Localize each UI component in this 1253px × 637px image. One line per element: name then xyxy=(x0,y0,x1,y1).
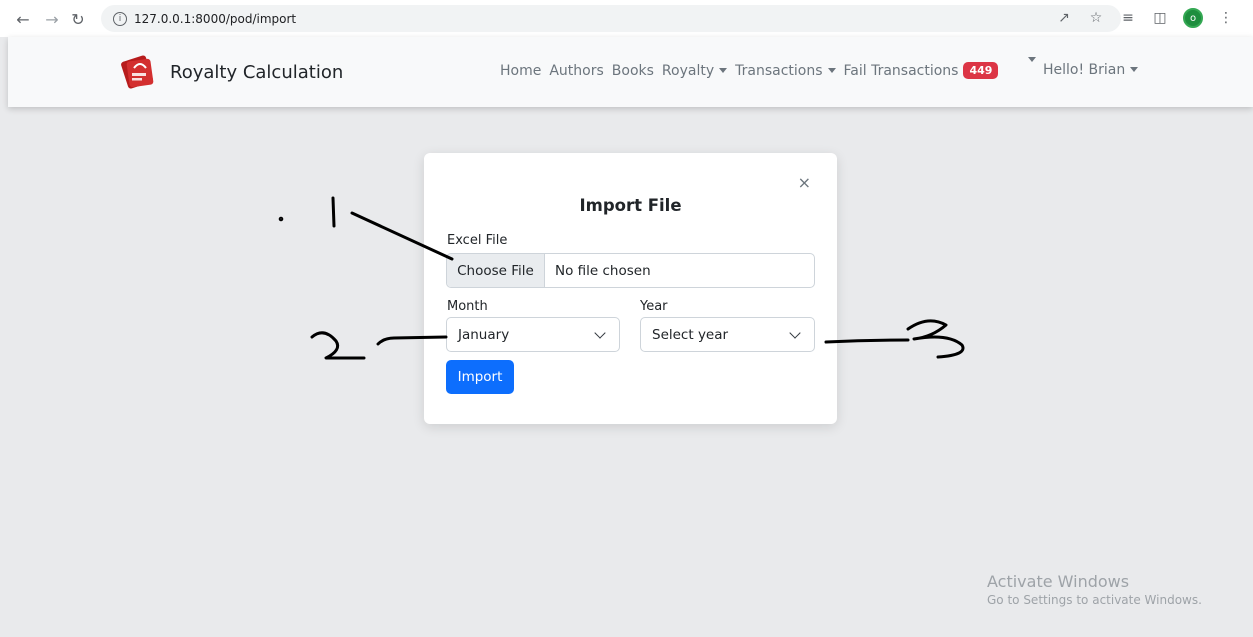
choose-file-button[interactable]: Choose File xyxy=(447,254,545,287)
excel-file-input[interactable]: Choose File No file chosen xyxy=(446,253,815,288)
nav-transactions-dropdown[interactable]: Transactions xyxy=(735,62,836,79)
user-menu-dropdown[interactable]: Hello! Brian xyxy=(1043,62,1139,78)
bookmark-star-icon[interactable]: ☆ xyxy=(1087,8,1105,28)
month-select-value: January xyxy=(458,326,510,343)
month-select[interactable]: January xyxy=(446,317,620,352)
fail-count-badge: 449 xyxy=(963,62,999,79)
file-status-text: No file chosen xyxy=(555,262,651,279)
address-bar[interactable]: i 127.0.0.1:8000/pod/import xyxy=(101,5,1121,32)
reload-icon[interactable]: ↻ xyxy=(67,8,89,30)
nav-books[interactable]: Books xyxy=(612,63,654,79)
browser-toolbar: ← → ↻ i 127.0.0.1:8000/pod/import ↗ ☆ ≡ … xyxy=(0,0,1253,37)
nav-home[interactable]: Home xyxy=(500,63,541,79)
brand-title: Royalty Calculation xyxy=(170,61,344,83)
forward-arrow-icon[interactable]: → xyxy=(41,8,63,30)
kebab-menu-icon[interactable]: ⋮ xyxy=(1217,8,1235,28)
readers-magnet-logo xyxy=(118,54,160,90)
caret-down-icon xyxy=(1130,67,1139,72)
year-label: Year xyxy=(640,299,668,314)
nav-royalty-dropdown[interactable]: Royalty xyxy=(661,62,728,79)
back-arrow-icon[interactable]: ← xyxy=(12,8,34,30)
close-icon[interactable]: × xyxy=(798,175,811,191)
activate-windows-watermark: Activate Windows Go to Settings to activ… xyxy=(987,572,1202,607)
excel-file-label: Excel File xyxy=(447,233,508,248)
browser-actions: ↗ ☆ ≡ ◫ o ⋮ xyxy=(1055,8,1235,28)
chevron-down-icon xyxy=(789,327,801,339)
month-label: Month xyxy=(447,299,488,314)
annotation-dot xyxy=(278,216,284,222)
annotation-2-digit xyxy=(310,331,366,360)
nav-fail-transactions-label: Fail Transactions xyxy=(843,63,959,79)
brand[interactable]: Royalty Calculation xyxy=(118,54,343,90)
chevron-down-icon xyxy=(594,327,606,339)
app-navbar: Royalty Calculation Home Authors Books R… xyxy=(8,37,1253,107)
caret-down-icon xyxy=(719,67,728,73)
watermark-subtitle: Go to Settings to activate Windows. xyxy=(987,593,1202,607)
nav-royalty-label: Royalty xyxy=(661,62,715,79)
caret-down-icon[interactable] xyxy=(1028,57,1036,62)
url-text: 127.0.0.1:8000/pod/import xyxy=(134,11,297,26)
annotation-3-pointer xyxy=(824,338,910,344)
annotation-1-digit xyxy=(331,196,336,228)
nav-transactions-label: Transactions xyxy=(735,62,823,79)
import-button[interactable]: Import xyxy=(446,360,514,394)
nav-links: Home Authors Books Royalty Transactions … xyxy=(500,62,1006,79)
year-select[interactable]: Select year xyxy=(640,317,815,352)
import-file-modal: × Import File Excel File Choose File No … xyxy=(424,153,837,424)
year-select-value: Select year xyxy=(652,326,729,343)
user-greeting: Hello! Brian xyxy=(1043,62,1126,78)
site-info-icon[interactable]: i xyxy=(113,11,127,26)
nav-authors[interactable]: Authors xyxy=(549,63,603,79)
watermark-title: Activate Windows xyxy=(987,572,1130,591)
caret-down-icon xyxy=(827,67,836,73)
share-icon[interactable]: ↗ xyxy=(1055,8,1073,28)
side-panel-icon[interactable]: ◫ xyxy=(1151,8,1169,28)
modal-title: Import File xyxy=(579,196,682,215)
profile-avatar[interactable]: o xyxy=(1183,8,1203,28)
nav-fail-transactions[interactable]: Fail Transactions 449 xyxy=(844,62,999,79)
annotation-3-digit xyxy=(906,319,965,359)
reading-list-icon[interactable]: ≡ xyxy=(1119,8,1137,28)
